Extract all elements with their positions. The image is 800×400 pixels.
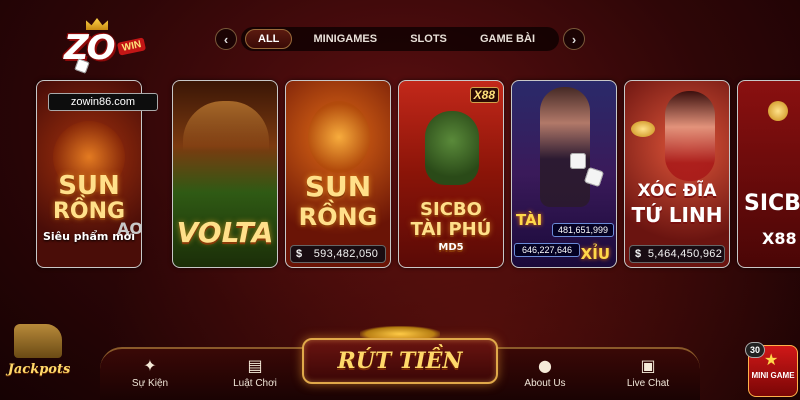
game-card-xoc-dia-tu-linh[interactable]: XÓC ĐĨA TỨ LINH $ 5,464,450,962 [624, 80, 730, 268]
chevron-left-icon[interactable]: ‹ [215, 28, 237, 50]
coin-icon [631, 121, 655, 137]
tab-bar: ALL MINIGAMES SLOTS GAME BÀI [241, 27, 559, 51]
game-title-line2: TÀI PHÚ [410, 219, 492, 240]
game-card-tai-xiu[interactable]: TÀI 481,651,999 646,227,646 XỈU [511, 80, 617, 268]
jackpots-label: Jackpots [7, 362, 71, 377]
x88-badge: X88 [469, 87, 499, 103]
tai-label: TÀI [516, 211, 543, 229]
game-title-line1: SICBO [420, 199, 482, 220]
game-title-line2: TỨ LINH [631, 203, 723, 227]
star-icon: ★ [764, 350, 779, 369]
partial-label: AO [117, 219, 142, 238]
book-icon: ▤ [247, 356, 263, 375]
minigame-count-badge: 30 [745, 342, 765, 358]
star-icon [768, 101, 788, 121]
game-title-line3: MD5 [438, 242, 464, 253]
party-popper-icon: ✦ [143, 356, 157, 375]
xiu-label: XỈU [580, 245, 610, 263]
game-title: VOLTA [176, 216, 274, 249]
game-title-line1: SICB [744, 191, 800, 216]
nav-rules-label: Luật Chơi [233, 378, 277, 389]
toad-character-art [425, 111, 479, 185]
stadium-lights-art [183, 101, 269, 151]
dice-icon [74, 58, 90, 74]
nav-livechat-label: Live Chat [626, 378, 670, 389]
gem-art [308, 101, 370, 173]
user-icon: ● [538, 356, 552, 375]
tai-amount: 481,651,999 [552, 223, 614, 237]
game-title-line1: XÓC ĐĨA [637, 181, 717, 201]
nav-about-label: About Us [524, 378, 566, 389]
character-art [665, 91, 715, 181]
nav-events-label: Sự Kiện [131, 378, 169, 389]
tank-icon [14, 324, 62, 358]
tab-slots[interactable]: SLOTS [398, 30, 459, 48]
game-card-sicbo-tai-phu[interactable]: X88 SICBO TÀI PHÚ MD5 [398, 80, 504, 268]
logo-badge: WIN [116, 37, 147, 56]
tab-all[interactable]: ALL [245, 29, 293, 49]
tab-minigames[interactable]: MINIGAMES [302, 30, 390, 48]
dollar-icon: $ [634, 248, 642, 260]
dollar-icon: $ [295, 248, 303, 260]
game-title-line2: RỒNG [298, 203, 378, 231]
nav-about[interactable]: ● About Us [510, 356, 580, 390]
nav-events[interactable]: ✦ Sự Kiện [115, 356, 185, 390]
tab-game-bai[interactable]: GAME BÀI [468, 30, 547, 48]
jackpot-amount: 5,464,450,962 [647, 248, 723, 260]
site-url-badge: zowin86.com [48, 93, 158, 111]
nav-rules[interactable]: ▤ Luật Chơi [220, 356, 290, 390]
jackpot-bar: $ 593,482,050 [290, 245, 386, 263]
category-tabs: ‹ ALL MINIGAMES SLOTS GAME BÀI › [215, 27, 585, 51]
game-card-volta[interactable]: VOLTA [172, 80, 278, 268]
chevron-right-icon[interactable]: › [563, 28, 585, 50]
chat-icon: ▣ [640, 356, 656, 375]
jackpot-bar: $ 5,464,450,962 [629, 245, 725, 263]
game-card-sicbo-x88[interactable]: SICB X88 [737, 80, 800, 268]
game-title-line1: SUN [304, 170, 372, 203]
game-title-line2: X88 [762, 229, 797, 248]
xiu-amount: 646,227,646 [514, 243, 580, 257]
game-title-line1: SUN [58, 171, 120, 201]
withdraw-button[interactable]: RÚT TIỀN [302, 338, 498, 384]
jackpots-button[interactable]: Jackpots [4, 318, 74, 388]
brand-logo[interactable]: ZO WIN [58, 18, 148, 74]
nav-livechat[interactable]: ▣ Live Chat [613, 356, 683, 390]
minigame-label: MINI GAME [751, 371, 795, 380]
jackpot-amount: 593,482,050 [313, 248, 379, 260]
dealer-art [540, 87, 590, 207]
dice-icon [570, 153, 586, 169]
game-card-sun-rong[interactable]: SUN RỒNG $ 593,482,050 [285, 80, 391, 268]
